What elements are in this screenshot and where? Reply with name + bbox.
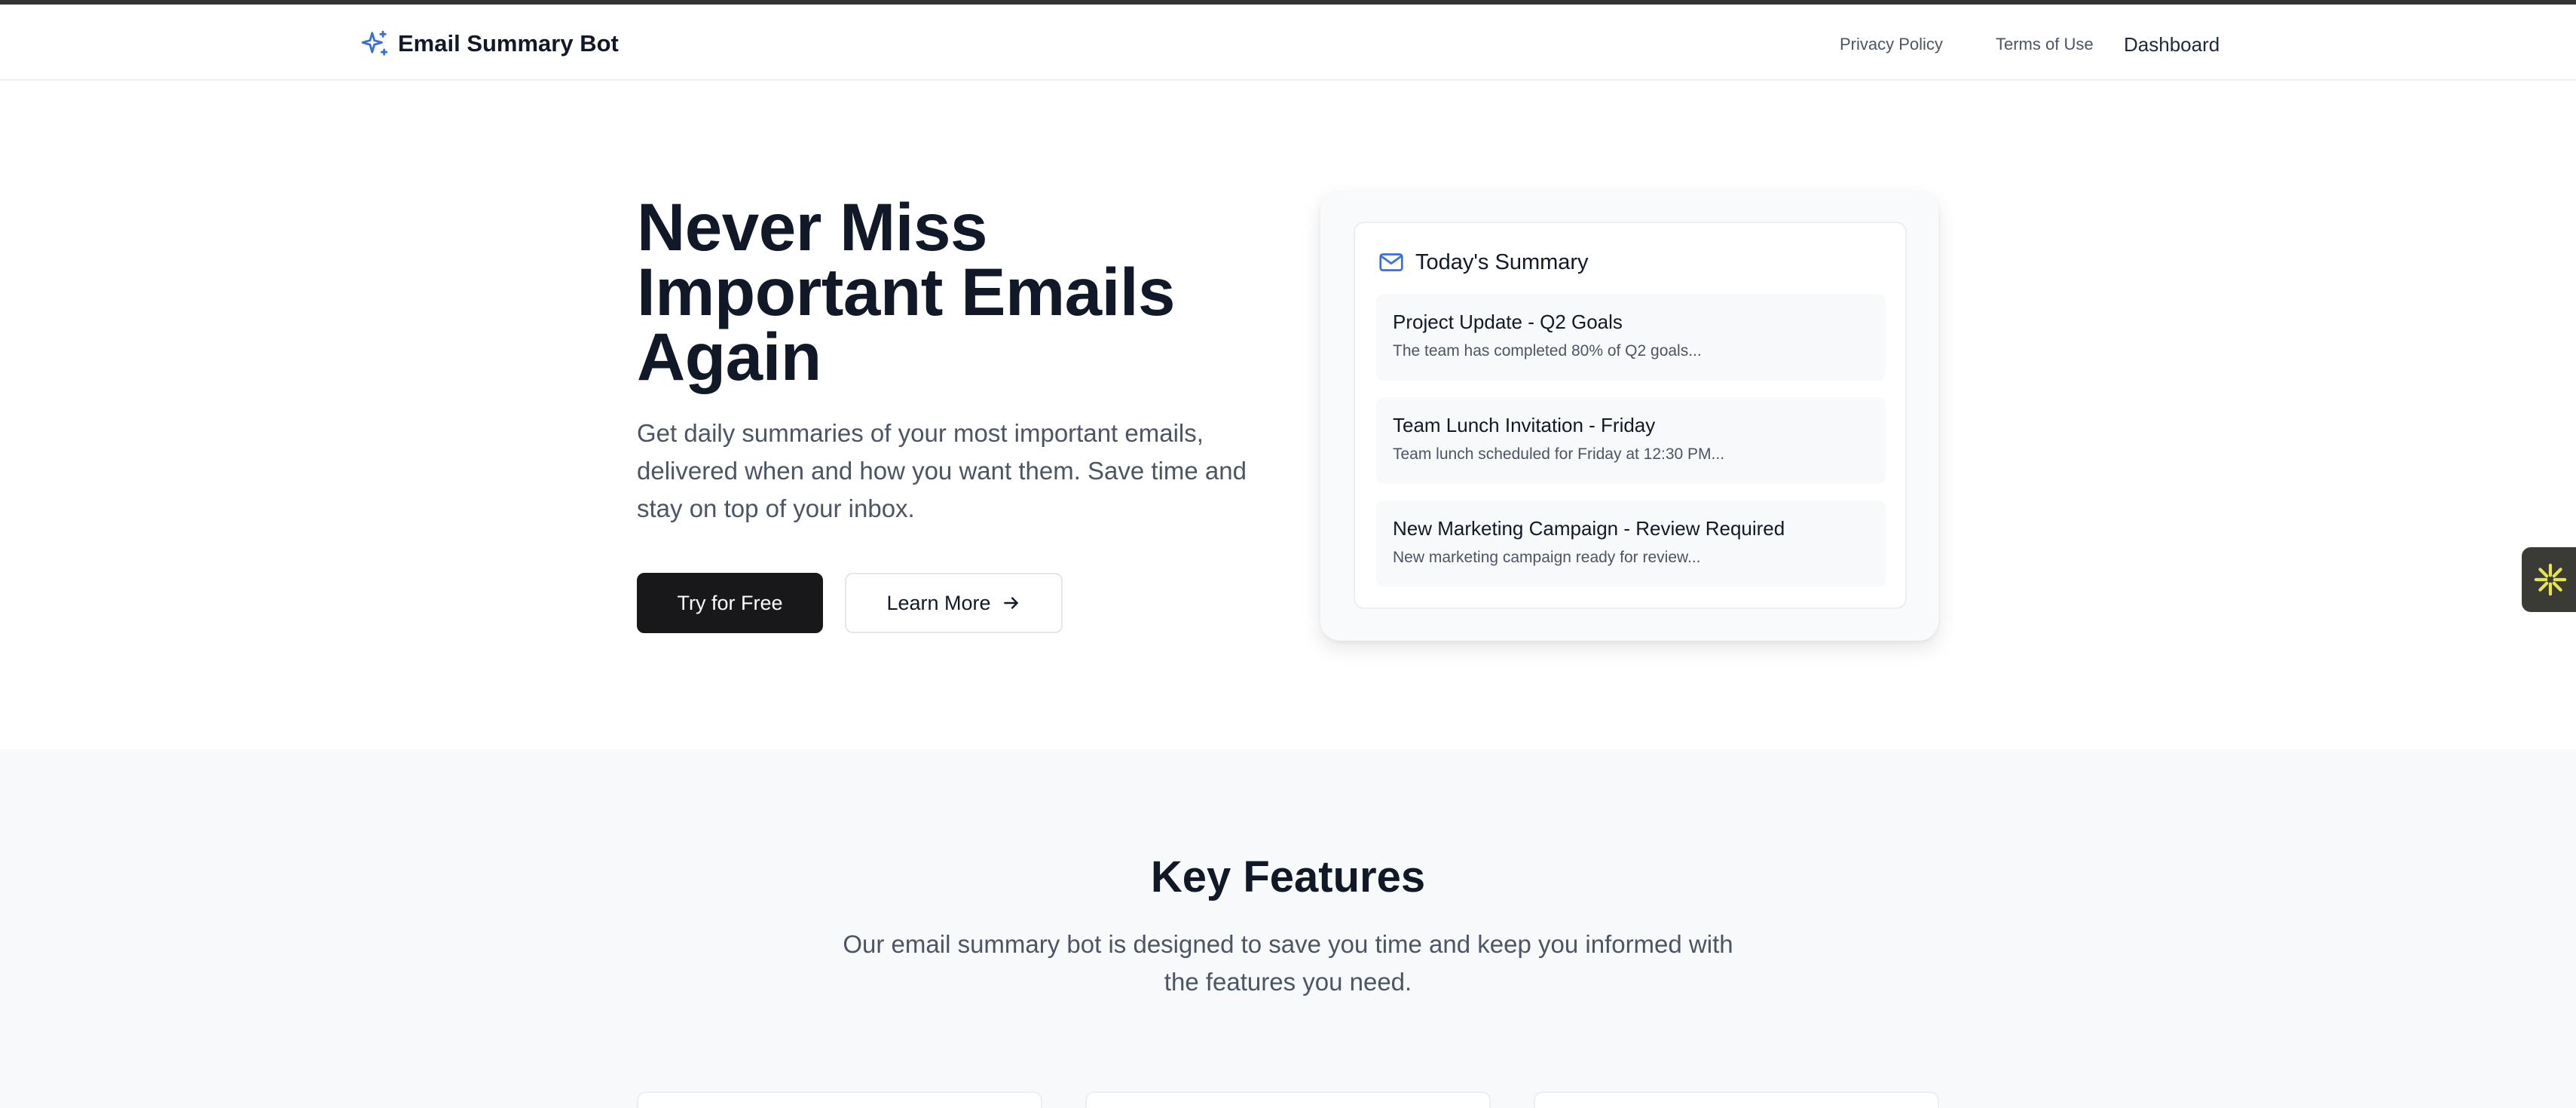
email-subject: Team Lunch Invitation - Friday: [1393, 414, 1656, 436]
mail-icon: [1379, 253, 1403, 271]
try-for-free-button[interactable]: Try for Free: [637, 573, 823, 633]
email-subject: Project Update - Q2 Goals: [1393, 311, 1623, 333]
arrow-right-icon: [1003, 597, 1018, 609]
hero-title: Never Miss Important Emails Again: [637, 189, 1176, 394]
features-section: Key Features Our email summary bot is de…: [0, 749, 2576, 1108]
brand-name: Email Summary Bot: [398, 30, 619, 57]
nav-link-terms[interactable]: Terms of Use: [1996, 35, 2094, 54]
nav-link-dashboard[interactable]: Dashboard: [2124, 33, 2220, 57]
feature-card: [1085, 1091, 1491, 1108]
email-summary-item[interactable]: Project Update - Q2 Goals The team has c…: [1376, 294, 1886, 381]
email-preview: Team lunch scheduled for Friday at 12:30…: [1393, 445, 1725, 463]
sparkles-icon: [361, 30, 388, 56]
summary-card-frame: Today's Summary Project Update - Q2 Goal…: [1320, 191, 1938, 641]
learn-more-button[interactable]: Learn More: [845, 573, 1063, 633]
hero-subtitle: Get daily summaries of your most importa…: [637, 419, 1247, 522]
floating-widget-button[interactable]: [2522, 547, 2576, 612]
summary-card-header: Today's Summary: [1378, 249, 1589, 276]
email-preview: The team has completed 80% of Q2 goals..…: [1393, 342, 1702, 360]
summary-card-title: Today's Summary: [1415, 249, 1589, 274]
asterisk-burst-icon: [2534, 563, 2567, 596]
email-subject: New Marketing Campaign - Review Required: [1393, 517, 1785, 540]
feature-card: [637, 1091, 1042, 1108]
email-summary-item[interactable]: Team Lunch Invitation - Friday Team lunc…: [1376, 397, 1886, 484]
summary-card: Today's Summary Project Update - Q2 Goal…: [1354, 222, 1907, 609]
email-summary-item[interactable]: New Marketing Campaign - Review Required…: [1376, 500, 1886, 587]
email-preview: New marketing campaign ready for review.…: [1393, 549, 1701, 566]
navbar: Email Summary Bot Privacy Policy Terms o…: [0, 5, 2576, 81]
features-title: Key Features: [1150, 852, 1426, 901]
try-for-free-label: Try for Free: [677, 591, 783, 614]
features-subtitle: Our email summary bot is designed to sav…: [843, 930, 1733, 996]
learn-more-label: Learn More: [886, 591, 991, 614]
brand-logo[interactable]: Email Summary Bot: [360, 27, 619, 60]
nav-link-privacy[interactable]: Privacy Policy: [1840, 35, 1943, 54]
feature-card: [1534, 1091, 1939, 1108]
